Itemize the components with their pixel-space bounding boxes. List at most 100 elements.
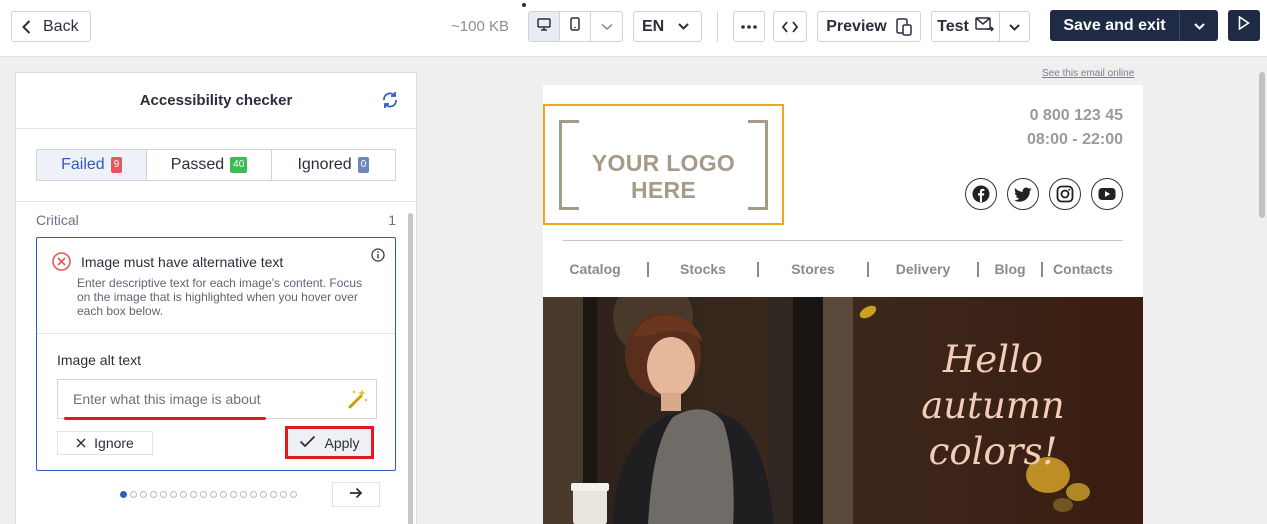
- send-button[interactable]: [1228, 10, 1260, 41]
- nav-item-contacts[interactable]: Contacts: [1043, 261, 1123, 277]
- facebook-icon[interactable]: [965, 178, 997, 210]
- panel-header: Accessibility checker: [16, 73, 416, 129]
- save-and-exit-button[interactable]: Save and exit: [1050, 10, 1180, 41]
- twitter-icon[interactable]: [1007, 178, 1039, 210]
- mobile-view-button[interactable]: [560, 12, 591, 41]
- pager-dot[interactable]: [280, 491, 287, 498]
- contact-hours: 08:00 - 22:00: [1026, 131, 1123, 148]
- info-icon[interactable]: [371, 248, 385, 267]
- hero-line: Hello: [942, 338, 1044, 381]
- nav-item-delivery[interactable]: Delivery: [869, 261, 977, 277]
- devices-icon: [895, 17, 912, 36]
- email-size-label: ~100 KB: [451, 18, 509, 35]
- pager-dot[interactable]: [190, 491, 197, 498]
- nav-item-catalog[interactable]: Catalog: [559, 261, 631, 277]
- tab-passed[interactable]: Passed 40: [147, 150, 272, 180]
- social-links: [965, 178, 1123, 210]
- nav-item-stocks[interactable]: Stocks: [649, 261, 757, 277]
- pager-dot[interactable]: [220, 491, 227, 498]
- pager-dot[interactable]: [140, 491, 147, 498]
- test-dropdown-button[interactable]: [1000, 12, 1029, 41]
- chevron-down-icon: [1193, 17, 1205, 35]
- pager-dot[interactable]: [270, 491, 277, 498]
- tab-failed[interactable]: Failed 9: [37, 150, 148, 180]
- page-scrollbar[interactable]: [1259, 72, 1265, 218]
- desktop-icon: [537, 17, 551, 36]
- pager-dot[interactable]: [240, 491, 247, 498]
- pager-dot[interactable]: [180, 491, 187, 498]
- chevron-down-icon: [600, 18, 613, 36]
- instagram-icon[interactable]: [1049, 178, 1081, 210]
- pager-dot[interactable]: [170, 491, 177, 498]
- accessibility-panel: Accessibility checker Failed 9 Passed 40…: [15, 72, 417, 524]
- see-online-link[interactable]: See this email online: [1042, 68, 1134, 79]
- pager-dot[interactable]: [230, 491, 237, 498]
- pager-dot[interactable]: [150, 491, 157, 498]
- result-tabs: Failed 9 Passed 40 Ignored 0: [36, 149, 396, 181]
- preview-button[interactable]: Preview: [817, 11, 921, 42]
- language-select[interactable]: EN: [633, 11, 702, 42]
- pager-dot[interactable]: [130, 491, 137, 498]
- tab-label: Ignored: [297, 156, 352, 173]
- tab-label: Failed: [61, 156, 105, 173]
- code-editor-button[interactable]: [773, 11, 807, 42]
- logo-placeholder[interactable]: YOUR LOGO HERE: [543, 104, 784, 225]
- issue-title: Image must have alternative text: [81, 254, 284, 270]
- ignore-label: Ignore: [94, 435, 134, 451]
- pager-dot[interactable]: [120, 491, 127, 498]
- play-icon: [1238, 15, 1250, 35]
- apply-label: Apply: [324, 434, 360, 451]
- mobile-icon: [570, 17, 580, 36]
- desktop-view-button[interactable]: [529, 12, 560, 41]
- close-icon: [76, 435, 86, 451]
- apply-button[interactable]: Apply: [285, 426, 374, 459]
- issue-description: Enter descriptive text for each image's …: [77, 276, 363, 318]
- pager-dot[interactable]: [260, 491, 267, 498]
- panel-scrollbar[interactable]: [408, 213, 413, 524]
- pager-dot[interactable]: [210, 491, 217, 498]
- more-options-button[interactable]: [733, 11, 765, 42]
- refresh-icon[interactable]: [380, 91, 400, 114]
- panel-title: Accessibility checker: [139, 92, 293, 109]
- device-dropdown-button[interactable]: [591, 12, 622, 41]
- pager-dot[interactable]: [250, 491, 257, 498]
- magic-wand-icon[interactable]: [348, 387, 368, 414]
- check-icon: [299, 435, 316, 451]
- highlight-underline: [64, 417, 266, 420]
- error-icon: [52, 252, 71, 276]
- issue-card: Image must have alternative text Enter d…: [36, 237, 396, 471]
- test-button-group: Test: [931, 11, 1030, 42]
- email-nav-menu: Catalog Stocks Stores Delivery Blog Cont…: [559, 261, 1129, 277]
- indicator-dot: [522, 3, 526, 7]
- save-button-group: Save and exit: [1050, 10, 1218, 41]
- count-badge: 0: [357, 157, 370, 173]
- nav-divider: [563, 240, 1123, 241]
- youtube-icon[interactable]: [1091, 178, 1123, 210]
- back-label: Back: [43, 17, 79, 35]
- tab-ignored[interactable]: Ignored 0: [272, 150, 395, 180]
- issue-pager: [120, 491, 297, 498]
- pager-dot[interactable]: [290, 491, 297, 498]
- save-dropdown-button[interactable]: [1180, 10, 1218, 41]
- hero-banner[interactable]: Hello autumn colors!: [543, 297, 1143, 524]
- test-label: Test: [937, 17, 969, 35]
- test-button[interactable]: Test: [932, 12, 1000, 41]
- next-issue-button[interactable]: [332, 482, 380, 507]
- toolbar-divider: [717, 11, 718, 42]
- alt-text-input[interactable]: [58, 380, 328, 418]
- count-badge: 9: [110, 157, 123, 173]
- arrow-right-icon: [349, 486, 363, 504]
- preview-label: Preview: [826, 17, 887, 35]
- panel-divider: [16, 201, 416, 202]
- device-switcher: [528, 11, 623, 42]
- count-badge: 40: [230, 157, 248, 173]
- ignore-button[interactable]: Ignore: [57, 431, 153, 455]
- pager-dot[interactable]: [160, 491, 167, 498]
- pager-dot[interactable]: [200, 491, 207, 498]
- back-button[interactable]: Back: [11, 11, 91, 42]
- alt-text-label: Image alt text: [57, 352, 142, 368]
- logo-text: YOUR LOGO HERE: [591, 150, 736, 203]
- chevron-left-icon: [22, 19, 31, 34]
- nav-item-blog[interactable]: Blog: [979, 261, 1041, 277]
- nav-item-stores[interactable]: Stores: [759, 261, 867, 277]
